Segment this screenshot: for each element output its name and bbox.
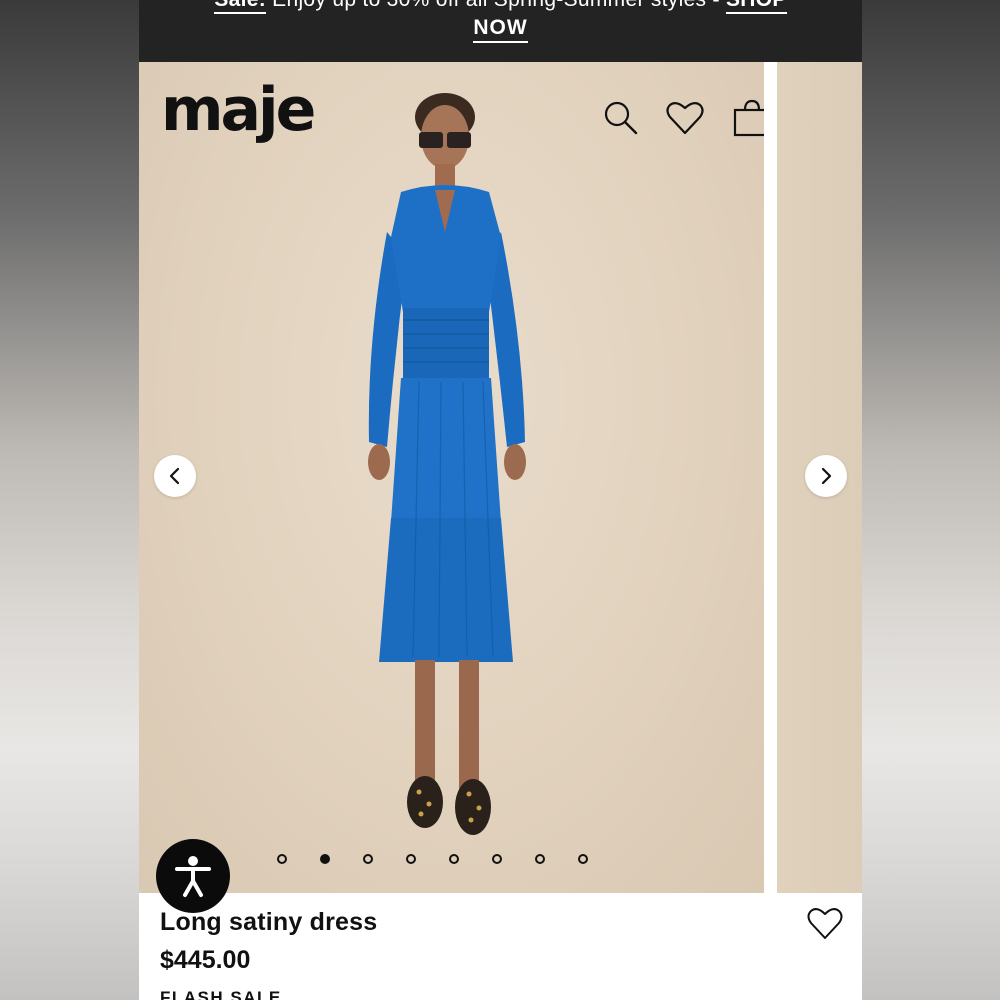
promo-text: Enjoy up to 30% off all Spring-Summer st… (272, 0, 706, 11)
pagination-dot[interactable] (449, 854, 459, 864)
promo-banner[interactable]: Sale: Enjoy up to 30% off all Spring-Sum… (139, 0, 862, 62)
sale-tag: FLASH SALE (160, 988, 282, 1000)
product-image[interactable]: maje (139, 62, 764, 893)
pagination-dot[interactable] (406, 854, 416, 864)
product-price: $445.00 (160, 946, 251, 974)
promo-cta-part2[interactable]: NOW (473, 16, 528, 43)
model-photo (368, 93, 526, 835)
chevron-right-icon (821, 467, 832, 485)
product-image-gallery[interactable]: maje (139, 62, 862, 893)
image-pagination[interactable] (277, 854, 588, 864)
promo-cta-part1[interactable]: SHOP (725, 0, 787, 14)
chevron-left-icon (169, 467, 180, 485)
promo-message: Sale: Enjoy up to 30% off all Spring-Sum… (139, 0, 862, 14)
pagination-dot[interactable] (320, 854, 330, 864)
pagination-dot[interactable] (363, 854, 373, 864)
brand-logo[interactable]: maje (161, 80, 316, 140)
promo-sale-label: Sale: (214, 0, 267, 14)
mobile-page: Sale: Enjoy up to 30% off all Spring-Sum… (139, 0, 862, 1000)
promo-cta[interactable]: NOW (139, 16, 862, 43)
shopping-bag-icon[interactable] (732, 98, 764, 138)
add-to-wishlist-button[interactable] (806, 905, 844, 941)
heart-icon (807, 908, 843, 939)
promo-dash: - (713, 0, 720, 11)
pagination-dot[interactable] (492, 854, 502, 864)
heart-icon[interactable] (665, 98, 705, 138)
pagination-dot[interactable] (535, 854, 545, 864)
accessibility-button[interactable] (156, 839, 230, 913)
next-image-button[interactable] (805, 455, 847, 497)
search-icon[interactable] (601, 98, 641, 138)
pagination-dot[interactable] (578, 854, 588, 864)
previous-image-button[interactable] (154, 455, 196, 497)
accessibility-icon (175, 856, 211, 897)
pagination-dot[interactable] (277, 854, 287, 864)
